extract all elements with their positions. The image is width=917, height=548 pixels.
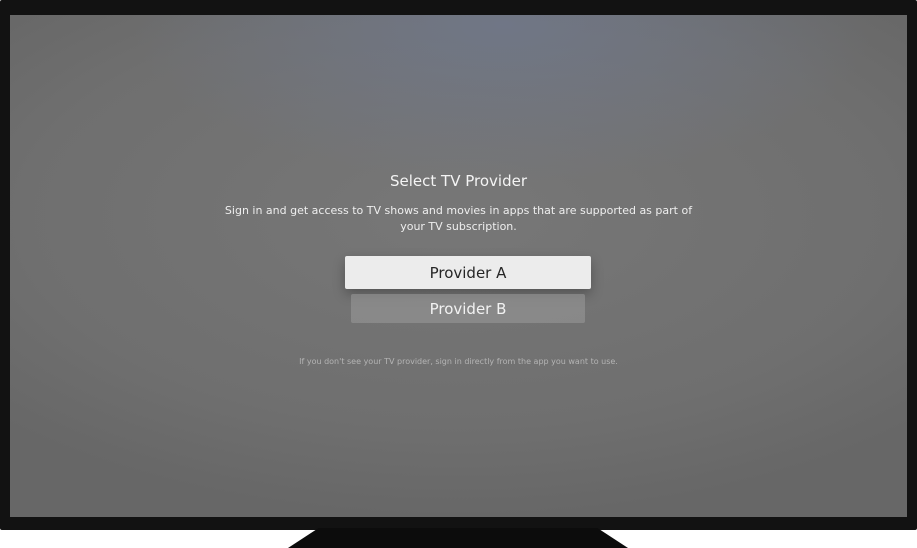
tv-stand	[288, 528, 628, 548]
select-provider-screen: Select TV Provider Sign in and get acces…	[10, 15, 907, 517]
provider-a-button[interactable]: Provider A	[345, 256, 591, 289]
tv-bezel: Select TV Provider Sign in and get acces…	[0, 0, 917, 530]
help-footnote: If you don't see your TV provider, sign …	[299, 357, 618, 366]
tv-screen: Select TV Provider Sign in and get acces…	[10, 15, 907, 517]
provider-b-button[interactable]: Provider B	[351, 294, 585, 323]
tv-scene: Select TV Provider Sign in and get acces…	[0, 0, 917, 548]
page-description: Sign in and get access to TV shows and m…	[224, 204, 693, 233]
page-title: Select TV Provider	[390, 172, 527, 190]
